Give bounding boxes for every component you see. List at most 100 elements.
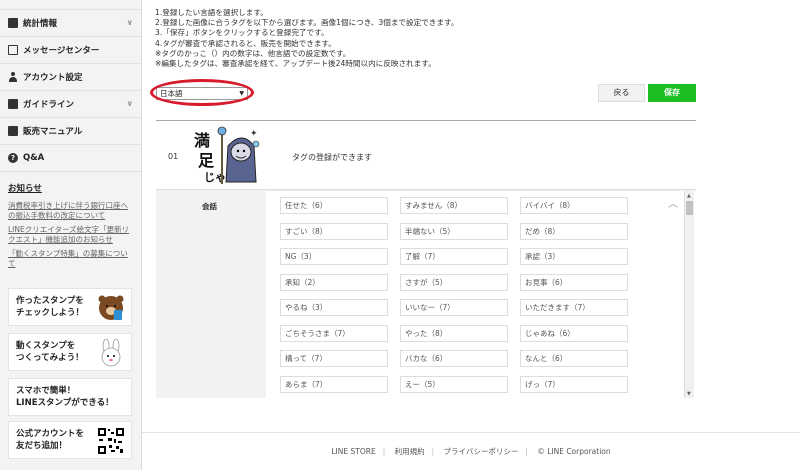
- tag-option[interactable]: げっ（7）: [520, 375, 628, 393]
- tag-option[interactable]: 半端ない（5）: [400, 222, 508, 240]
- promo-line: 作ったスタンプを: [16, 296, 84, 306]
- notice-link[interactable]: 「動くスタンプ特集」の募集について: [8, 249, 133, 269]
- tag-option[interactable]: 了解（7）: [400, 248, 508, 265]
- promo-official-account[interactable]: 公式アカウントを 友だち追加！: [8, 421, 132, 459]
- tag-option[interactable]: だめ（8）: [520, 222, 628, 240]
- promo-check-stickers[interactable]: 作ったスタンプを チェックしよう！: [8, 288, 132, 326]
- svg-text:✦: ✦: [250, 129, 258, 139]
- scroll-down-icon[interactable]: ▼: [687, 391, 691, 397]
- promo-line: 公式アカウントを: [16, 429, 85, 439]
- scrollbar-thumb[interactable]: [686, 201, 693, 215]
- sidebar-item-label: Q&A: [23, 153, 45, 163]
- tag-option[interactable]: やるね（3）: [280, 299, 388, 316]
- sidebar-item-manual[interactable]: 販売マニュアル: [0, 118, 141, 145]
- promo-line: チェックしよう！: [16, 308, 85, 318]
- footer-link-line-store[interactable]: LINE STORE: [331, 447, 375, 456]
- sidebar-item-stats[interactable]: 統計情報 ∨: [0, 10, 141, 37]
- instructions: 1.登録したい言語を選択します。 2.登録した画像に合うタグを以下から選びます。…: [155, 8, 458, 69]
- footer-copyright: © LINE Corporation: [537, 447, 611, 456]
- person-icon: [8, 72, 18, 82]
- tag-option[interactable]: すみません（8）: [400, 197, 508, 214]
- main-content: 1.登録したい言語を選択します。 2.登録した画像に合うタグを以下から選びます。…: [142, 0, 800, 470]
- bunny-character-icon: [101, 339, 121, 367]
- tag-option[interactable]: えー（5）: [400, 375, 508, 393]
- save-button[interactable]: 保存: [648, 84, 696, 102]
- sidebar-item-label: アカウント設定: [23, 73, 83, 83]
- promo-smartphone-stickers[interactable]: スマホで簡単！ LINEスタンプができる！: [8, 378, 132, 416]
- scroll-up-icon[interactable]: ▲: [687, 193, 691, 199]
- sidebar: 統計情報 ∨ メッセージセンター アカウント設定 ガイドライン ∨ 販売マニュア…: [0, 0, 142, 470]
- instruction-line: 3.「保存」ボタンをクリックすると登録完了です。: [155, 28, 329, 38]
- instruction-line: 1.登録したい言語を選択します。: [155, 8, 268, 17]
- promo-animated-stickers[interactable]: 動くスタンプを つくってみよう！: [8, 333, 132, 371]
- bear-character-icon: [98, 295, 124, 320]
- sidebar-item-label: 統計情報: [23, 19, 58, 29]
- sticker-number: 01: [168, 152, 179, 161]
- back-button[interactable]: 戻る: [598, 84, 645, 102]
- tag-option[interactable]: 任せた（6）: [280, 197, 388, 214]
- instruction-line: 2.登録した画像に合うタグを以下から選びます。画像1個につき、3個まで設定できま…: [155, 18, 459, 28]
- divider: [156, 120, 696, 121]
- tag-option[interactable]: NG（3）: [280, 248, 388, 265]
- sidebar-item-messages[interactable]: メッセージセンター: [0, 37, 141, 64]
- footer-link-privacy[interactable]: プライバシーポリシー: [444, 447, 519, 456]
- language-select-value: 日本語: [160, 89, 183, 98]
- promo-line: つくってみよう！: [16, 353, 84, 363]
- category-column: 会話: [156, 191, 266, 398]
- tag-option[interactable]: すごい（8）: [280, 222, 388, 240]
- notice-link[interactable]: LINEクリエイターズ絵文字「更新リクエスト」機能追加のお知らせ: [8, 225, 133, 245]
- footer-separator: |: [382, 447, 386, 456]
- promo-line: LINEスタンプができる！: [16, 398, 114, 408]
- scrollbar[interactable]: ▲ ▼: [684, 191, 694, 398]
- book-icon: [8, 126, 18, 136]
- tag-option[interactable]: 承認（3）: [520, 248, 628, 265]
- instruction-line: 4.タグが審査で承認されると、販売を開始できます。: [155, 38, 336, 48]
- language-select[interactable]: 日本語 ▼: [156, 87, 248, 100]
- dropdown-arrow-icon: ▼: [239, 90, 244, 97]
- promo-line: 友だち追加！: [16, 441, 68, 451]
- tag-option[interactable]: 構って（7）: [280, 350, 388, 367]
- tag-option[interactable]: バカな（6）: [400, 350, 508, 367]
- tag-option[interactable]: いいなー（7）: [400, 299, 508, 316]
- sidebar-item-top[interactable]: [0, 0, 141, 10]
- tag-option[interactable]: バイバイ（8）: [520, 197, 628, 214]
- promo-line: スマホで簡単！: [16, 386, 76, 396]
- sidebar-item-label: 販売マニュアル: [23, 127, 83, 137]
- notice-link[interactable]: 消費税率引き上げに伴う銀行口座への振込手数料の改定について: [8, 201, 133, 221]
- footer-link-terms[interactable]: 利用規約: [395, 447, 425, 456]
- footer-separator: |: [431, 447, 435, 456]
- tag-status-text: タグの登録ができます: [292, 153, 372, 162]
- sidebar-item-account[interactable]: アカウント設定: [0, 64, 141, 91]
- chart-icon: [8, 18, 18, 28]
- notice-heading: お知らせ: [8, 184, 42, 194]
- tag-panel: 会話 任せた（6） すみません（8） バイバイ（8） すごい（8） 半端ない（5…: [156, 190, 696, 398]
- tag-option[interactable]: さすが（5）: [400, 273, 508, 291]
- book-icon: [8, 99, 18, 109]
- footer-divider: [142, 432, 800, 433]
- chevron-down-icon: ∨: [126, 18, 134, 27]
- tag-option[interactable]: いただきます（7）: [520, 299, 628, 316]
- tag-option[interactable]: なんと（6）: [520, 350, 628, 367]
- collapse-chevron-icon[interactable]: ︿: [668, 195, 678, 210]
- tag-option[interactable]: じゃあね（6）: [520, 324, 628, 342]
- tag-option[interactable]: 承知（2）: [280, 273, 388, 291]
- svg-text:満: 満: [194, 131, 210, 150]
- footer-separator: |: [525, 447, 528, 456]
- instruction-line: ※タグのかっこ（）内の数字は、他言語での設定数です。: [155, 48, 351, 58]
- sidebar-item-label: ガイドライン: [23, 100, 75, 110]
- promo-line: 動くスタンプを: [16, 341, 76, 351]
- sidebar-item-guidelines[interactable]: ガイドライン ∨: [0, 91, 141, 118]
- qr-code-icon: [97, 427, 125, 455]
- sidebar-item-qa[interactable]: ? Q&A: [0, 145, 141, 172]
- tag-option[interactable]: やった（8）: [400, 324, 508, 342]
- svg-text:足: 足: [198, 151, 215, 170]
- mail-icon: [8, 45, 18, 55]
- sidebar-item-label: メッセージセンター: [23, 46, 100, 56]
- instruction-line: ※編集したタグは、審査承認を経て、アップデート後24時間以内に反映されます。: [155, 59, 436, 69]
- tag-option[interactable]: ごちそうさま（7）: [280, 324, 388, 342]
- question-icon: ?: [8, 153, 18, 163]
- category-label: 会話: [202, 202, 217, 211]
- tag-option[interactable]: あらま（7）: [280, 375, 388, 393]
- tag-option[interactable]: お見事（6）: [520, 273, 628, 291]
- notice-section: お知らせ 消費税率引き上げに伴う銀行口座への振込手数料の改定について LINEク…: [0, 172, 141, 269]
